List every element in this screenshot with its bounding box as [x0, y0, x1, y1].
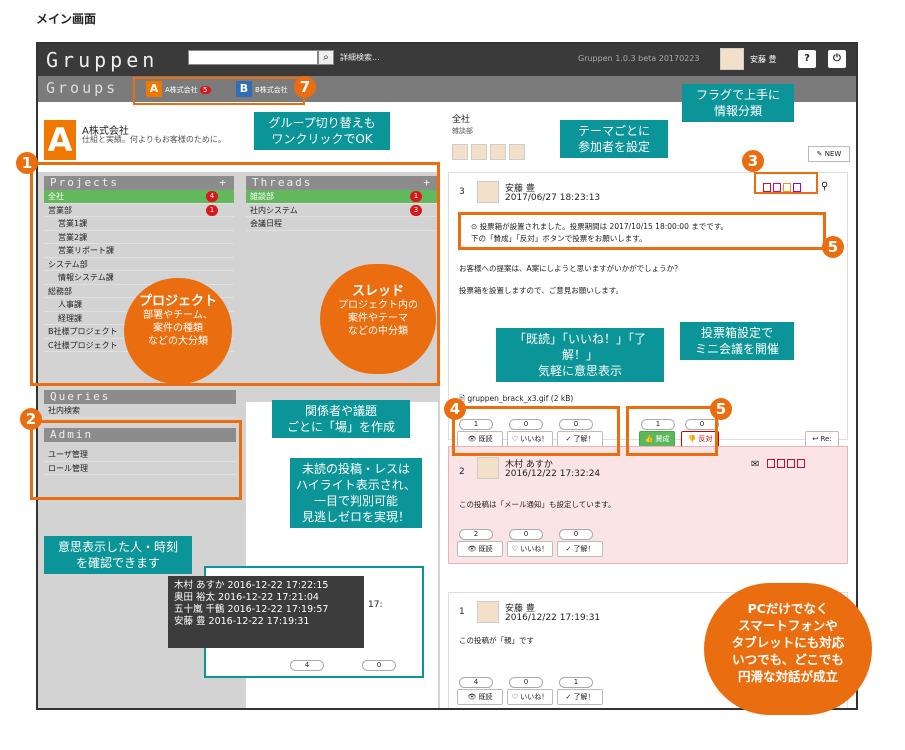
queries-header: Queries [44, 390, 236, 404]
search-icon[interactable]: ⌕ [318, 50, 334, 65]
heart-icon: ♡ [511, 545, 521, 553]
highlight-box [30, 420, 242, 500]
callout-number: 2 [20, 408, 42, 430]
avatar [452, 144, 468, 160]
reaction-count: 0 [362, 660, 396, 671]
reader-row: 安藤 豊 2016-12-22 17:19:31 [174, 616, 310, 627]
highlight-box [626, 406, 718, 456]
reaction-count: 0 [559, 529, 593, 540]
callout-vote: 投票箱設定で ミニ会議を開催 [680, 322, 794, 360]
user-name[interactable]: 安藤 豊 [750, 54, 777, 65]
reaction-count: 4 [290, 660, 324, 671]
heart-icon: ♡ [511, 693, 521, 701]
flag-icons[interactable] [767, 459, 807, 471]
reaction-button[interactable]: 👁 既読 [457, 541, 503, 557]
callout-number: 3 [742, 150, 764, 172]
reader-tooltip: 木村 あすか 2016-12-22 17:22:15 奥田 裕太 2016-12… [168, 576, 364, 648]
post-2: 2 木村 あすか 2016/12/22 17:32:24 ✉ この投稿は「メール… [448, 446, 848, 564]
avatar[interactable] [720, 48, 744, 70]
new-post-button[interactable]: ✎ NEW [808, 146, 850, 162]
reaction-count: 0 [509, 529, 543, 540]
highlight-box [458, 212, 826, 250]
reaction-count: 2 [459, 529, 493, 540]
reader-row: 奥田 裕太 2016-12-22 17:21:04 [174, 592, 319, 603]
callout-devices: PCだけでなく スマートフォンや タブレットにも対応 いつでも、どこでも 円滑な… [704, 583, 872, 715]
post-number: 3 [459, 187, 465, 197]
reaction-button[interactable]: ♡ いいね！ [507, 541, 553, 557]
app-logo[interactable]: Gruppen [46, 48, 158, 72]
tooltip-trail: 17: [368, 600, 383, 610]
thread-title: 全社 [452, 115, 471, 125]
avatar [477, 181, 499, 203]
post-number: 2 [459, 467, 465, 477]
callout-number: 5 [710, 398, 732, 420]
check-icon: ✓ [565, 545, 574, 553]
query-item[interactable]: 社内検索 [44, 404, 236, 418]
link-icon[interactable]: ⚲ [821, 181, 828, 192]
thread-subtitle: 雑談部 [452, 127, 473, 135]
power-icon[interactable]: ⏻ [828, 50, 846, 68]
callout-threads: スレッド プロジェクト内の 案件やテーマ などの中分類 [320, 264, 436, 374]
help-icon[interactable]: ? [798, 50, 816, 68]
callout-who: 意思表示した人・時刻 を確認できます [44, 536, 192, 574]
callout-number: 7 [294, 76, 316, 98]
callout-projects: プロジェクト 部署やチーム、 案件の種類 などの大分類 [124, 278, 232, 384]
post-body: この投稿は「メール通知」も設定しています。 [459, 500, 616, 509]
post-date: 2017/06/27 18:23:13 [505, 193, 601, 203]
advanced-search-link[interactable]: 詳細検索... [340, 52, 380, 63]
company-logo: A [44, 120, 76, 160]
callout-group-switch: グループ切り替えも ワンクリックでOK [254, 112, 390, 150]
reaction-button[interactable]: ✓ 了解！ [557, 541, 603, 557]
queries-section: Queries 社内検索 [44, 390, 236, 418]
check-icon: ✓ [565, 693, 574, 701]
mail-icon: ✉ [751, 459, 760, 470]
callout-theme-members: テーマごとに 参加者を設定 [560, 120, 668, 158]
reply-button[interactable]: ↩ Re: [805, 431, 839, 447]
page-caption: メイン画面 [36, 12, 97, 26]
callout-number: 4 [444, 398, 466, 420]
reaction-count: 4 [459, 677, 493, 688]
post-body: お客様への提案は、A案にしようと思いますがいかがでしょうか？ [459, 264, 682, 273]
flag-icon[interactable] [787, 459, 795, 468]
post-number: 1 [459, 607, 465, 617]
attachment-link[interactable]: 🖹 gruppen_brack_x3.gif (2 kB) [459, 393, 573, 406]
groups-label: Groups [46, 79, 119, 97]
avatar [470, 144, 487, 160]
company-tagline: 仕組と実績。何よりもお客様のために。 [82, 135, 226, 144]
post-date: 2016/12/22 17:32:24 [505, 469, 601, 479]
callout-flags: フラグで上手に 情報分類 [682, 84, 794, 122]
reaction-count: 0 [509, 677, 543, 688]
highlight-box [754, 172, 818, 194]
flag-icon[interactable] [767, 459, 775, 468]
reader-row: 木村 あすか 2016-12-22 17:22:15 [174, 580, 329, 591]
eye-icon: 👁 [467, 693, 479, 701]
callout-number: 1 [16, 152, 38, 174]
highlight-box [133, 77, 305, 105]
reaction-count: 1 [559, 677, 593, 688]
avatar [477, 601, 499, 623]
avatar [489, 144, 506, 160]
post-body: 投票箱を設置しますので、ご意見お願いします。 [459, 286, 623, 295]
avatar [508, 144, 525, 160]
reaction-button[interactable]: 👁 既読 [457, 689, 503, 705]
callout-number: 5 [822, 236, 844, 258]
callout-unread: 未読の投稿・レスは ハイライト表示され、 一目で判別可能 見逃しゼロを実現！ [290, 458, 422, 528]
highlight-box [452, 406, 620, 456]
callout-reactions: 「既読」「いいね！」「了解！」 気軽に意思表示 [496, 328, 664, 382]
eye-icon: 👁 [467, 545, 479, 553]
flag-icon[interactable] [777, 459, 785, 468]
flag-icon[interactable] [797, 459, 805, 468]
avatar [477, 457, 499, 479]
participants[interactable] [452, 144, 532, 162]
search-input[interactable] [188, 50, 318, 65]
reaction-button[interactable]: ✓ 了解！ [557, 689, 603, 705]
post-date: 2016/12/22 17:19:31 [505, 613, 601, 623]
callout-place: 関係者や議題 ごとに「場」を作成 [272, 400, 410, 438]
version-label: Gruppen 1.0.3 beta 20170223 [578, 54, 700, 63]
post-body: この投稿が「親」です [459, 636, 534, 645]
reader-row: 五十嵐 千鶴 2016-12-22 17:19:57 [174, 604, 329, 615]
reaction-button[interactable]: ♡ いいね！ [507, 689, 553, 705]
top-bar: Gruppen ⌕ 詳細検索... Gruppen 1.0.3 beta 201… [38, 44, 856, 76]
